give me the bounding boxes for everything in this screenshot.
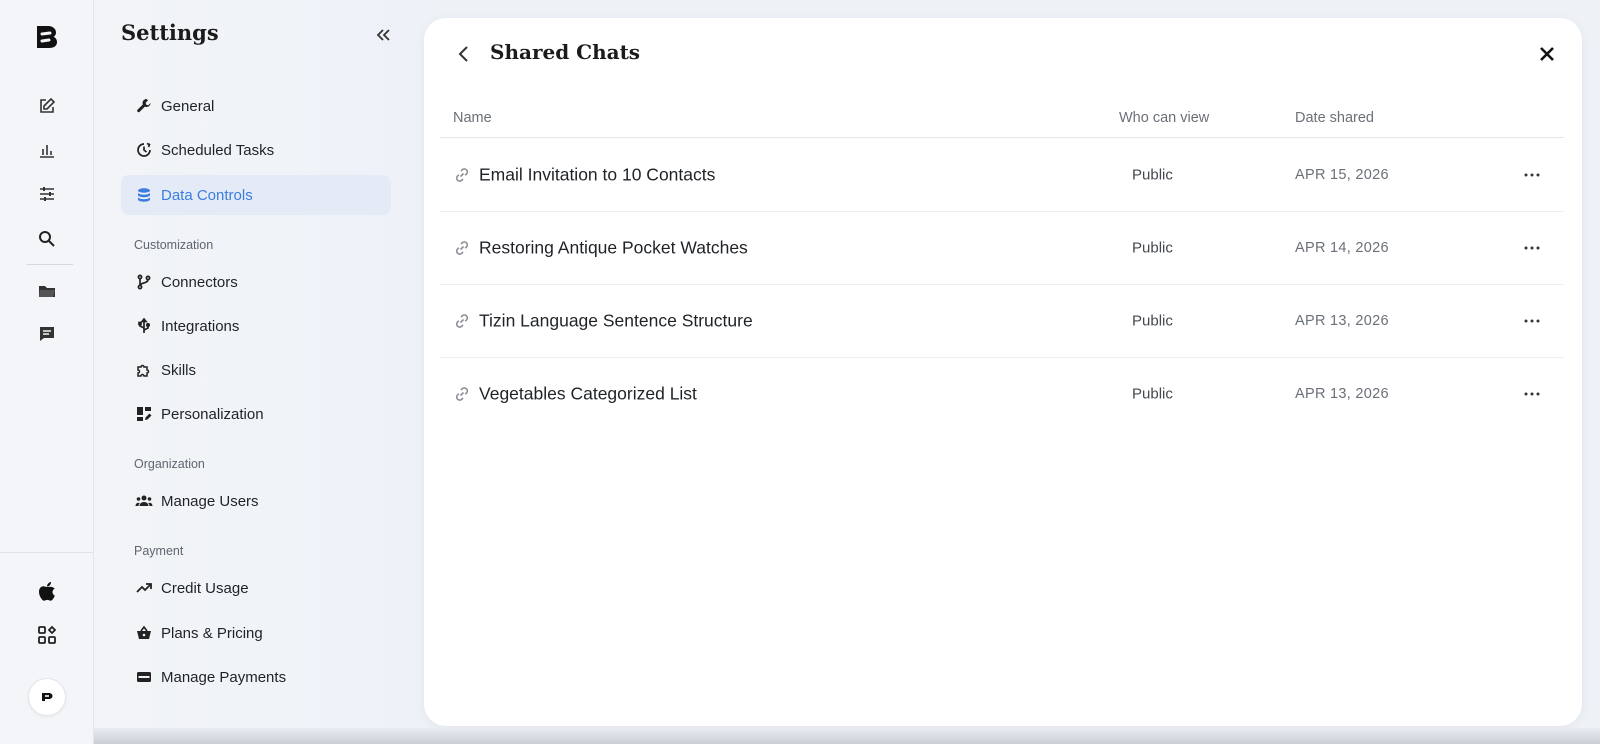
apple-icon[interactable]: [36, 580, 58, 602]
trending-up-icon: [134, 578, 154, 598]
nav-label: Connectors: [161, 273, 238, 291]
chat-name[interactable]: Tizin Language Sentence Structure: [479, 311, 753, 332]
apps-grid-icon[interactable]: [36, 624, 58, 646]
collapse-sidebar-icon[interactable]: [374, 26, 392, 44]
rail-divider: [27, 264, 73, 265]
nav-label: Integrations: [161, 317, 240, 335]
search-icon[interactable]: [36, 228, 58, 250]
table-row[interactable]: Tizin Language Sentence Structure Public…: [440, 285, 1564, 358]
date-shared: APR 13, 2026: [1295, 386, 1389, 402]
icon-rail: [0, 0, 94, 744]
basket-icon: [134, 623, 154, 643]
nav-label: Manage Users: [161, 492, 259, 510]
visibility: Public: [1132, 166, 1173, 184]
visibility: Public: [1132, 312, 1173, 330]
table-header: Name Who can view Date shared: [440, 92, 1564, 138]
column-header-date-shared[interactable]: Date shared: [1295, 110, 1374, 126]
credit-card-icon: [134, 667, 154, 687]
visibility: Public: [1132, 239, 1173, 257]
more-options-icon[interactable]: [1520, 384, 1544, 404]
bottom-shadow: [94, 728, 1600, 744]
date-shared: APR 14, 2026: [1295, 240, 1389, 256]
chat-bubble-icon[interactable]: [36, 323, 58, 345]
usb-icon: [134, 316, 154, 336]
nav-item-plans-pricing[interactable]: Plans & Pricing: [121, 613, 391, 653]
date-shared: APR 15, 2026: [1295, 167, 1389, 183]
nav-item-connectors[interactable]: Connectors: [121, 262, 391, 302]
nav-label: Plans & Pricing: [161, 624, 263, 642]
column-header-who-can-view[interactable]: Who can view: [1119, 110, 1209, 126]
app-logo[interactable]: [32, 22, 60, 50]
section-label-payment: Payment: [134, 544, 184, 558]
table-row[interactable]: Email Invitation to 10 Contacts Public A…: [440, 139, 1564, 212]
table-row[interactable]: Vegetables Categorized List Public APR 1…: [440, 358, 1564, 431]
column-header-name[interactable]: Name: [453, 110, 492, 126]
puzzle-icon: [134, 360, 154, 380]
back-button[interactable]: [452, 42, 476, 66]
link-icon: [453, 166, 471, 184]
rail-bottom-divider: [0, 552, 94, 553]
section-label-organization: Organization: [134, 457, 205, 471]
section-label-customization: Customization: [134, 238, 214, 252]
link-icon: [453, 239, 471, 257]
visibility: Public: [1132, 385, 1173, 403]
nav-item-manage-users[interactable]: Manage Users: [121, 481, 391, 521]
dashboard-edit-icon: [134, 404, 154, 424]
more-options-icon[interactable]: [1520, 238, 1544, 258]
wrench-icon: [134, 96, 154, 116]
nav-label: Scheduled Tasks: [161, 141, 275, 159]
settings-sidebar: Settings General Scheduled Tasks Data Co…: [94, 0, 424, 744]
avatar[interactable]: [28, 678, 66, 716]
nav-item-scheduled-tasks[interactable]: Scheduled Tasks: [121, 130, 391, 170]
more-options-icon[interactable]: [1520, 311, 1544, 331]
nav-item-skills[interactable]: Skills: [121, 350, 391, 390]
nav-label: Skills: [161, 361, 197, 379]
shared-chats-panel: Shared Chats Name Who can view Date shar…: [424, 18, 1582, 726]
chat-name[interactable]: Restoring Antique Pocket Watches: [479, 238, 748, 259]
bar-chart-icon[interactable]: [36, 139, 58, 161]
nav-label: General: [161, 97, 215, 115]
nav-item-general[interactable]: General: [121, 86, 391, 126]
nav-label: Data Controls: [161, 186, 253, 204]
clock-icon: [134, 140, 154, 160]
nav-item-credit-usage[interactable]: Credit Usage: [121, 568, 391, 608]
nav-item-manage-payments[interactable]: Manage Payments: [121, 657, 391, 697]
sliders-icon[interactable]: [36, 183, 58, 205]
branch-icon: [134, 272, 154, 292]
nav-item-data-controls[interactable]: Data Controls: [121, 175, 391, 215]
chat-name[interactable]: Vegetables Categorized List: [479, 384, 697, 405]
date-shared: APR 13, 2026: [1295, 313, 1389, 329]
folder-icon[interactable]: [36, 280, 58, 302]
table-row[interactable]: Restoring Antique Pocket Watches Public …: [440, 212, 1564, 285]
more-options-icon[interactable]: [1520, 165, 1544, 185]
new-chat-icon[interactable]: [36, 95, 58, 117]
link-icon: [453, 312, 471, 330]
settings-title: Settings: [121, 20, 219, 45]
page-title: Shared Chats: [490, 40, 641, 64]
database-icon: [134, 185, 154, 205]
close-button[interactable]: [1536, 43, 1558, 65]
nav-item-integrations[interactable]: Integrations: [121, 306, 391, 346]
users-icon: [134, 491, 154, 511]
nav-item-personalization[interactable]: Personalization: [121, 394, 391, 434]
nav-label: Personalization: [161, 405, 264, 423]
link-icon: [453, 385, 471, 403]
nav-label: Manage Payments: [161, 668, 287, 686]
nav-label: Credit Usage: [161, 579, 249, 597]
chat-name[interactable]: Email Invitation to 10 Contacts: [479, 165, 715, 186]
